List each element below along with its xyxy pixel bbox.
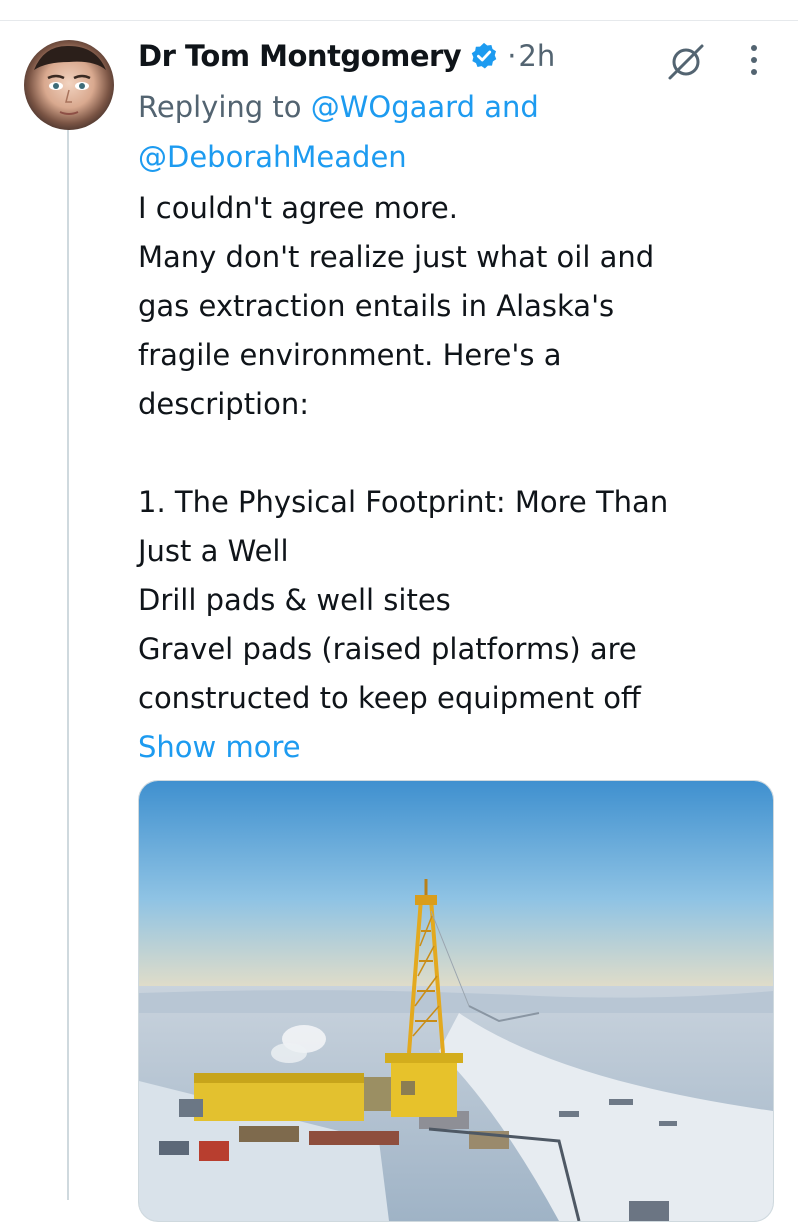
- tweet-text-line: description:: [138, 387, 310, 421]
- tweet-body: Dr Tom Montgomery · 2h Replying to @WOga…: [138, 30, 778, 772]
- thread-line: [67, 128, 69, 1200]
- tweet-header: Dr Tom Montgomery · 2h: [138, 30, 778, 82]
- tweet-text-line: constructed to keep equipment off: [138, 681, 641, 715]
- tweet-text-line: Drill pads & well sites: [138, 583, 451, 617]
- reply-context-line-2: @DeborahMeaden: [138, 132, 778, 182]
- tweet-text-line: fragile environment. Here's a: [138, 338, 562, 372]
- reply-prefix: Replying to: [138, 90, 302, 124]
- author-name[interactable]: Dr Tom Montgomery: [138, 39, 462, 73]
- oil-rig-photo: [139, 781, 773, 1221]
- verified-badge-icon[interactable]: [469, 41, 499, 71]
- timestamp[interactable]: 2h: [518, 39, 555, 73]
- reply-context: Replying to @WOgaard and: [138, 82, 778, 132]
- reply-mention-wogaard[interactable]: @WOgaard: [311, 90, 475, 124]
- top-divider: [0, 20, 798, 21]
- separator-dot: ·: [507, 39, 517, 73]
- avatar[interactable]: [24, 40, 114, 130]
- tweet-text-line: Just a Well: [138, 534, 289, 568]
- tweet-media-image[interactable]: [138, 780, 774, 1222]
- tweet-text-line: Many don't realize just what oil and: [138, 240, 655, 274]
- show-more-link[interactable]: Show more: [138, 723, 778, 772]
- reply-mention-deborahmeaden[interactable]: @DeborahMeaden: [138, 140, 407, 174]
- grok-icon[interactable]: [666, 42, 706, 82]
- tweet-text-line: gas extraction entails in Alaska's: [138, 289, 615, 323]
- tweet-text-line: I couldn't agree more.: [138, 191, 458, 225]
- avatar-face-icon: [34, 45, 106, 115]
- reply-conjunction[interactable]: and: [484, 90, 539, 124]
- more-vertical-icon[interactable]: [744, 38, 764, 82]
- tweet-text: I couldn't agree more. Many don't realiz…: [138, 184, 778, 772]
- tweet-text-line: 1. The Physical Footprint: More Than: [138, 485, 669, 519]
- tweet-text-line: Gravel pads (raised platforms) are: [138, 632, 637, 666]
